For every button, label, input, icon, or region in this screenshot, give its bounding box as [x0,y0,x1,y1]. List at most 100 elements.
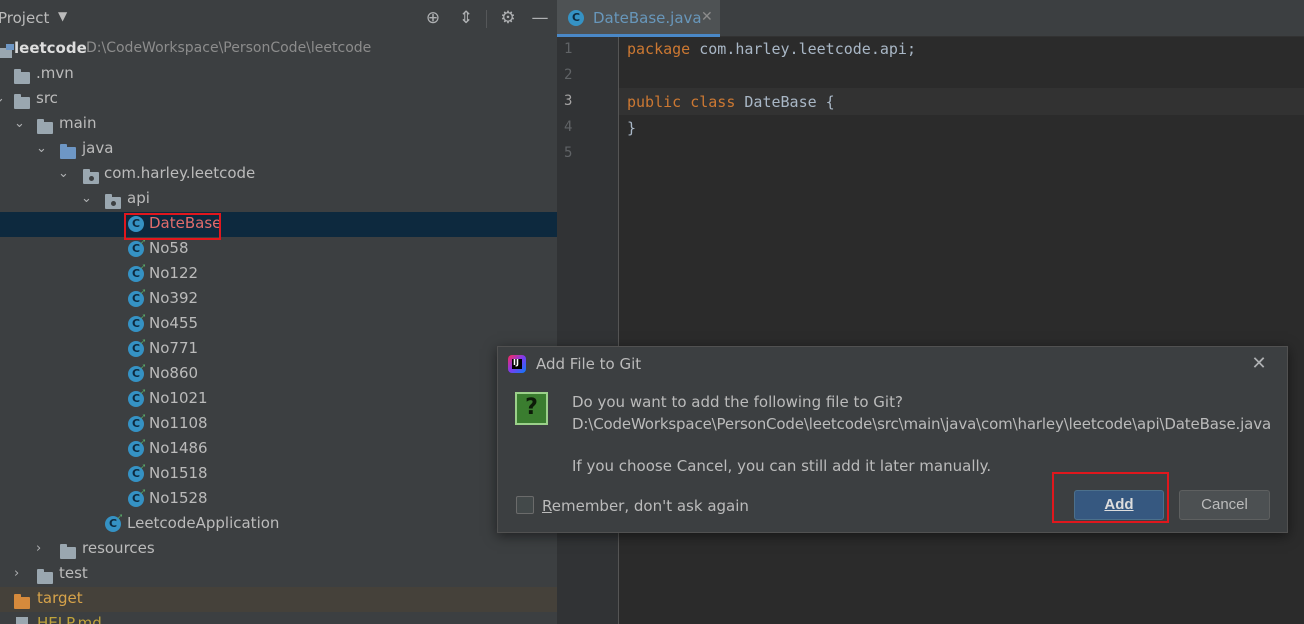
code-keyword: class [690,93,736,111]
tree-node-label: main [59,114,97,132]
tree-row-class[interactable]: C ➚ No1528 [0,487,557,512]
line-number: 4 [564,119,573,135]
java-class-icon: C ➚ [128,463,146,482]
tree-row-java[interactable]: ⌄ java [0,137,557,162]
tree-row-help-md[interactable]: HELP.md [0,612,557,624]
module-path: D:\CodeWorkspace\PersonCode\leetcode [86,40,372,56]
dropdown-arrow-icon[interactable]: ▼ [58,9,67,23]
chevron-down-icon[interactable]: ⌄ [36,141,50,157]
chevron-down-icon[interactable]: ⌄ [81,191,95,207]
excluded-folder-icon [14,591,31,609]
close-icon[interactable]: ✕ [701,9,713,25]
tree-row-class[interactable]: C ➚ No1021 [0,387,557,412]
project-panel-header: Project ▼ ⊕ ⇕ ⚙ — [0,0,557,37]
crosshair-icon[interactable]: ⊕ [423,8,443,28]
tree-row-datebase[interactable]: C DateBase [0,212,557,237]
project-view-title[interactable]: Project [0,9,49,27]
chevron-down-icon[interactable]: ⌄ [14,116,28,132]
chevron-down-icon[interactable]: ⌄ [0,91,8,107]
code-keyword: public [627,93,682,111]
tree-row-resources[interactable]: › resources [0,537,557,562]
chevron-right-icon[interactable]: › [36,541,50,557]
minimize-icon[interactable]: — [530,8,550,28]
tree-node-label: No392 [149,289,199,307]
tree-node-label: .mvn [36,64,74,82]
tree-row-class[interactable]: C ➚ No771 [0,337,557,362]
chevron-right-icon[interactable]: › [0,66,8,82]
remember-label-text: emember, don't ask again [551,497,749,515]
spring-app-class-icon: C ➚ [105,513,123,532]
source-folder-icon [60,141,77,159]
intellij-logo-icon: IJ [508,355,526,373]
java-class-icon: C ➚ [128,438,146,457]
gear-icon[interactable]: ⚙ [498,8,518,28]
tree-row-package-api[interactable]: ⌄ api [0,187,557,212]
tree-row-mvn[interactable]: › .mvn [0,62,557,87]
tree-row-test[interactable]: › test [0,562,557,587]
module-icon [0,44,14,58]
tree-node-label: leetcode [14,39,87,57]
dialog-file-path: D:\CodeWorkspace\PersonCode\leetcode\src… [572,415,1271,433]
cancel-button[interactable]: Cancel [1179,490,1270,520]
tab-label: DateBase.java [593,9,702,27]
chevron-right-icon[interactable]: › [0,591,8,607]
tree-row-class[interactable]: C ➚ No455 [0,312,557,337]
tree-row-class[interactable]: C ➚ No1486 [0,437,557,462]
tree-node-label: java [82,139,114,157]
java-class-icon: C ➚ [128,413,146,432]
add-button[interactable]: Add [1074,490,1164,520]
tree-node-label: No58 [149,239,189,257]
code-keyword: package [627,40,691,58]
code-text: DateBase { [735,93,835,111]
java-class-icon: C ➚ [128,388,146,407]
java-class-icon: C ➚ [128,263,146,282]
remember-label[interactable]: Remember, don't ask again [542,497,749,515]
close-icon[interactable]: ✕ [1248,353,1270,375]
java-class-icon: C ➚ [128,363,146,382]
code-text: } [627,119,637,137]
folder-icon [14,91,31,109]
tree-node-label: No455 [149,314,199,332]
collapse-all-icon[interactable]: ⇕ [456,8,476,28]
code-line-1[interactable]: package com.harley.leetcode.api; [627,40,916,58]
editor-tab-bar: C DateBase.java ✕ [557,0,1304,37]
tree-node-label: No1486 [149,439,208,457]
tree-row-class[interactable]: C ➚ No860 [0,362,557,387]
tree-node-label: src [36,89,58,107]
mnemonic-char: R [542,497,552,515]
code-line-4[interactable]: } [627,119,636,137]
tab-datebase-java[interactable]: C DateBase.java ✕ [557,0,720,37]
code-text: com.harley.leetcode.api; [690,40,916,58]
resources-folder-icon [60,541,77,559]
tree-row-class[interactable]: C ➚ No58 [0,237,557,262]
line-number: 2 [564,67,573,83]
dialog-title: Add File to Git [536,355,642,373]
tree-row-application[interactable]: C ➚ LeetcodeApplication [0,512,557,537]
remember-checkbox[interactable] [516,496,534,514]
tree-row-class[interactable]: C ➚ No392 [0,287,557,312]
tree-node-label: No1108 [149,414,208,432]
line-number: 3 [564,93,573,109]
tree-row-class[interactable]: C ➚ No1108 [0,412,557,437]
tree-row-package-root[interactable]: ⌄ com.harley.leetcode [0,162,557,187]
chevron-down-icon[interactable]: ⌄ [58,166,72,182]
tree-node-label: test [59,564,88,582]
package-icon [83,166,100,184]
tree-row-src[interactable]: ⌄ src [0,87,557,112]
tree-node-label: No1528 [149,489,208,507]
java-class-icon: C [568,10,584,26]
chevron-right-icon[interactable]: › [14,566,28,582]
tree-row-class[interactable]: C ➚ No122 [0,262,557,287]
package-icon [105,191,122,209]
java-class-icon: C ➚ [128,238,146,257]
code-line-3[interactable]: public class DateBase { [627,93,835,111]
line-number: 1 [564,41,573,57]
tree-row-leetcode[interactable]: leetcode D:\CodeWorkspace\PersonCode\lee… [0,37,557,62]
tree-node-label: LeetcodeApplication [127,514,280,532]
tree-row-main[interactable]: ⌄ main [0,112,557,137]
folder-icon [37,116,54,134]
tree-node-label: No860 [149,364,199,382]
dialog-message: Do you want to add the following file to… [572,393,903,411]
tree-row-target[interactable]: › target [0,587,557,612]
tree-row-class[interactable]: C ➚ No1518 [0,462,557,487]
